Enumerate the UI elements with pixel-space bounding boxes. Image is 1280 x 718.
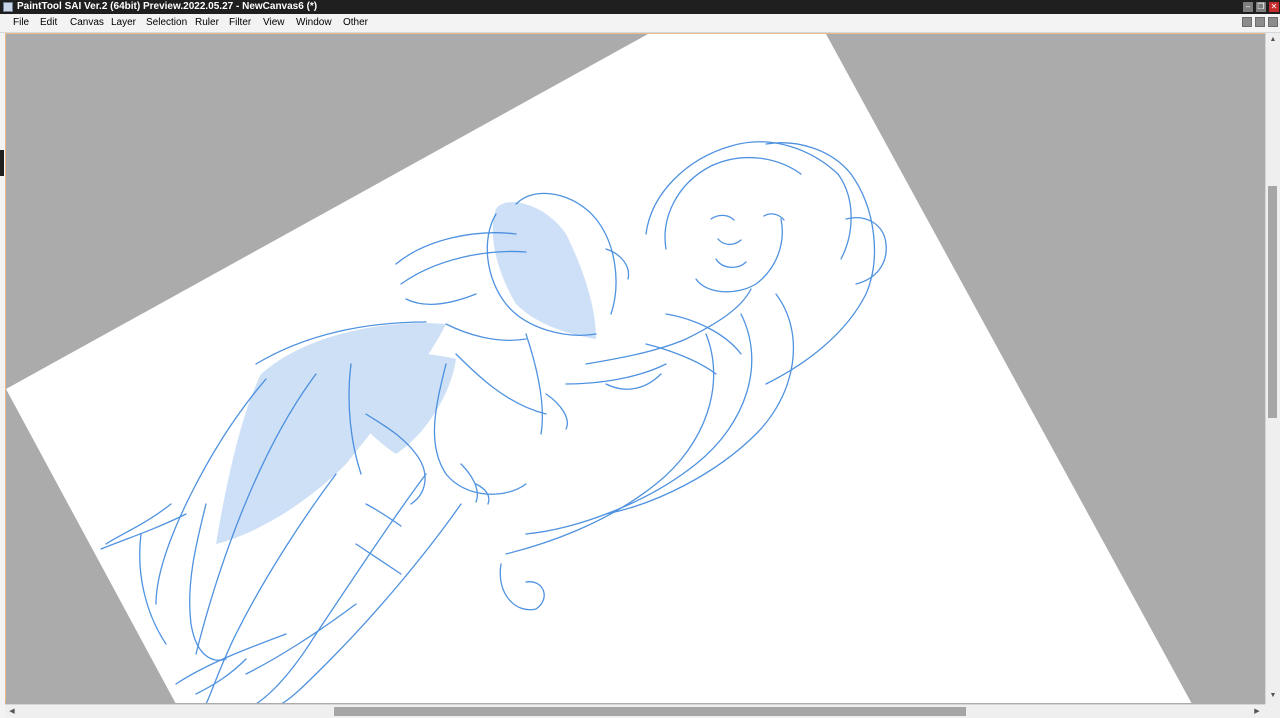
menu-other[interactable]: Other — [343, 17, 368, 29]
menu-layer[interactable]: Layer — [111, 17, 136, 29]
menu-filter[interactable]: Filter — [229, 17, 251, 29]
menu-view[interactable]: View — [263, 17, 285, 29]
menu-ruler[interactable]: Ruler — [195, 17, 219, 29]
title-bar: PaintTool SAI Ver.2 (64bit) Preview.2022… — [0, 0, 1280, 14]
menu-edit[interactable]: Edit — [40, 17, 57, 29]
canvas-viewport[interactable] — [5, 33, 1265, 703]
paper-canvas — [6, 34, 1192, 703]
scroll-left-arrow-icon[interactable]: ◀ — [7, 706, 17, 717]
horizontal-scrollbar[interactable]: ◀ ▶ — [5, 704, 1265, 718]
menu-window[interactable]: Window — [296, 17, 332, 29]
window-title: PaintTool SAI Ver.2 (64bit) Preview.2022… — [17, 1, 318, 12]
canvas-minimize-button[interactable] — [1242, 17, 1252, 27]
close-button[interactable]: ✕ — [1269, 2, 1279, 12]
maximize-button[interactable]: ❐ — [1256, 2, 1266, 12]
app-icon — [3, 2, 13, 12]
menu-canvas[interactable]: Canvas — [70, 17, 104, 29]
scroll-right-arrow-icon[interactable]: ▶ — [1252, 706, 1262, 717]
scrollbar-corner — [1265, 704, 1280, 718]
menu-selection[interactable]: Selection — [146, 17, 187, 29]
canvas-close-button[interactable] — [1268, 17, 1278, 27]
dock-marker — [0, 150, 4, 176]
scroll-down-arrow-icon[interactable]: ▼ — [1268, 691, 1278, 701]
canvas-svg[interactable] — [6, 34, 1265, 703]
menu-file[interactable]: File — [13, 17, 29, 29]
vertical-scrollbar[interactable]: ▲ ▼ — [1265, 33, 1280, 704]
canvas-restore-button[interactable] — [1255, 17, 1265, 27]
scroll-up-arrow-icon[interactable]: ▲ — [1268, 35, 1278, 45]
minimize-button[interactable]: – — [1243, 2, 1253, 12]
vertical-scroll-thumb[interactable] — [1268, 186, 1277, 418]
horizontal-scroll-thumb[interactable] — [334, 707, 966, 716]
menu-bar: File Edit Canvas Layer Selection Ruler F… — [0, 14, 1280, 33]
